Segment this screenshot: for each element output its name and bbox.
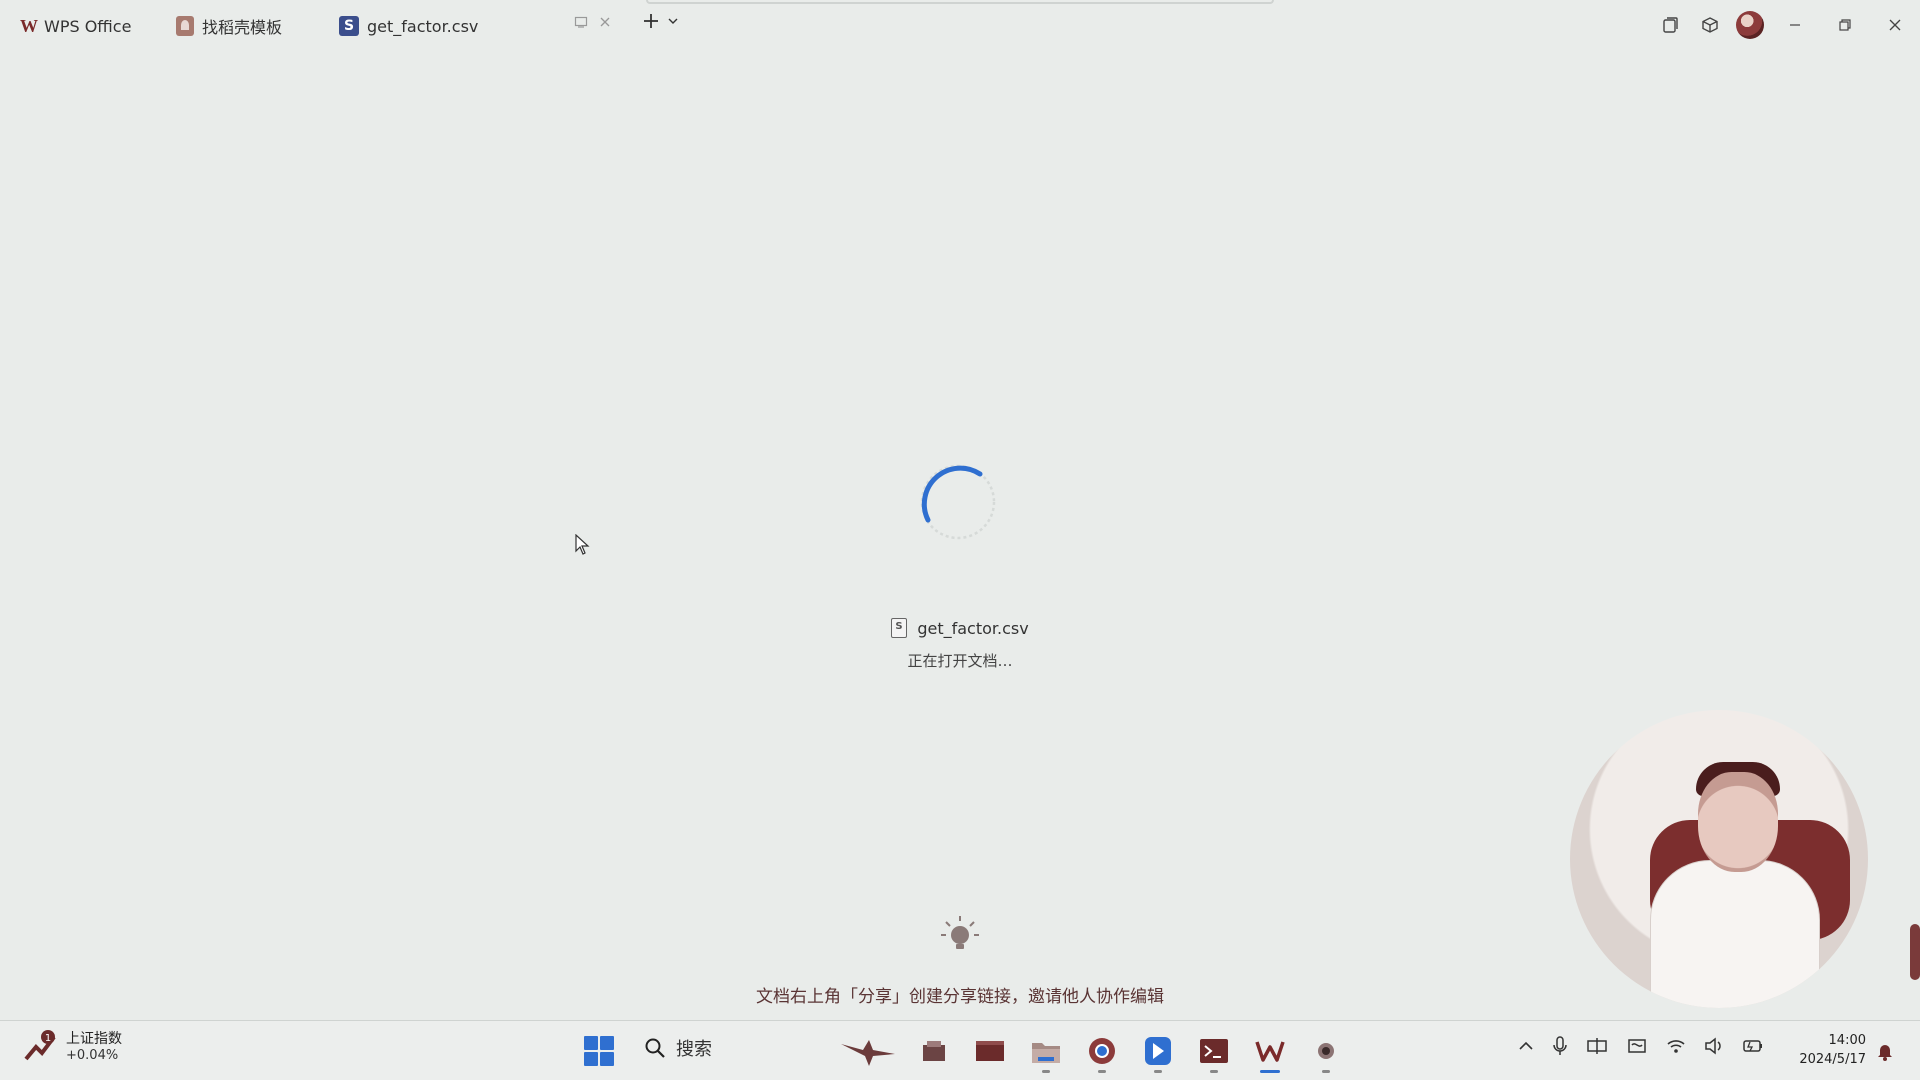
minimize-icon [1790,24,1800,26]
side-scroll-handle[interactable] [1910,924,1920,980]
restore-icon [1839,19,1851,31]
mouse-cursor-icon [575,534,590,555]
battery-icon[interactable] [1742,1038,1764,1054]
loading-file-name: get_factor.csv [0,618,1920,638]
taskbar-app-files[interactable] [914,1029,954,1073]
windows-logo-tile [600,1052,614,1066]
input-method-icon[interactable] [1586,1036,1608,1056]
archive-app-icon [923,1041,945,1061]
taskbar-app-feishu[interactable] [1138,1029,1178,1073]
webcam-person [1650,860,1820,1008]
widget-title: 上证指数 [66,1030,122,1047]
bird-app-icon [841,1040,895,1066]
feishu-app-icon [1145,1037,1171,1065]
search-icon [645,1038,665,1058]
widget-badge: 1 [45,1033,51,1044]
taskbar-app-bird[interactable] [838,1029,898,1073]
taskbar-app-camera[interactable] [1306,1029,1346,1073]
wps-app-icon [1255,1041,1285,1062]
system-tray [1518,1035,1764,1057]
spreadsheet-s-icon: S [339,16,359,36]
plus-icon [644,14,658,28]
taskbar: 1 上证指数 +0.04% 搜索 14:00 2024/5/17 [0,1020,1920,1080]
taskbar-search[interactable]: 搜索 [644,1035,712,1061]
chevron-up-icon[interactable] [1518,1038,1534,1054]
close-button[interactable] [1870,8,1920,42]
avatar [1736,11,1764,39]
chevron-down-icon[interactable] [668,16,678,26]
tab-label: get_factor.csv [367,16,479,36]
notification-bell-icon[interactable] [1876,1041,1894,1061]
windows-logo-tile [584,1036,598,1050]
wps-logo-icon: W [20,15,38,36]
wifi-icon[interactable] [1666,1037,1686,1055]
docer-template-icon [176,16,194,36]
start-button[interactable] [584,1036,614,1066]
clock-time: 14:00 [1828,1033,1866,1048]
loading-status-text: 正在打开文档… [907,652,1013,670]
terminal-icon [1200,1039,1228,1063]
file-name-label: get_factor.csv [917,618,1029,638]
taskbar-app-explorer[interactable] [1026,1029,1066,1073]
restore-button[interactable] [1820,8,1870,42]
new-tab-button[interactable] [642,12,678,30]
taskbar-app-window[interactable] [970,1029,1010,1073]
minimize-button[interactable] [1770,8,1820,42]
tab-actions [574,15,612,29]
float-window-icon[interactable] [574,15,588,29]
clock-date: 2024/5/17 [1799,1052,1866,1067]
app-active-indicator [1260,1070,1280,1073]
csv-file-icon [891,618,908,638]
window-controls [1650,8,1920,42]
app-running-indicator [1210,1070,1218,1073]
window-top-handle[interactable] [646,0,1274,4]
chrome-icon [1089,1038,1115,1064]
widget-value: +0.04% [66,1047,119,1063]
window-app-icon [976,1041,1004,1061]
system-clock[interactable]: 14:00 2024/5/17 [1792,1031,1866,1069]
app-running-indicator [1322,1070,1330,1073]
tab-label: WPS Office [44,16,132,36]
camera-app-icon [1318,1043,1334,1059]
stock-chart-icon: 1 [24,1030,56,1061]
loading-spinner [920,464,996,540]
cube-icon [1702,17,1718,33]
app-running-indicator [1042,1070,1050,1073]
search-label: 搜索 [676,1039,712,1060]
lightbulb-icon [941,916,979,949]
microphone-icon[interactable] [1552,1035,1568,1057]
close-icon [1889,19,1901,31]
windows-logo-tile [584,1052,598,1066]
volume-icon[interactable] [1704,1037,1724,1055]
window-layout-icon [1663,17,1678,33]
taskbar-app-terminal[interactable] [1194,1029,1234,1073]
tab-wps-home[interactable]: W WPS Office [20,10,131,42]
stock-widget[interactable]: 1 上证指数 +0.04% [24,1029,122,1063]
tab-docer-template[interactable]: 找稻壳模板 [176,10,282,42]
webcam-person-face [1698,772,1778,872]
app-running-indicator [1098,1070,1106,1073]
taskbar-apps [838,1029,1346,1073]
windows-logo-tile [600,1036,614,1050]
tray-app-icon[interactable] [1626,1036,1648,1056]
tab-label: 找稻壳模板 [202,18,283,37]
close-tab-icon[interactable] [598,15,612,29]
taskbar-app-chrome[interactable] [1082,1029,1122,1073]
app-running-indicator [1154,1070,1162,1073]
taskbar-app-wps[interactable] [1250,1029,1290,1073]
layout-button[interactable] [1650,8,1690,42]
title-bar: W WPS Office 找稻壳模板 S get_factor.csv [0,0,1920,52]
tip-text: 文档右上角「分享」创建分享链接，邀请他人协作编辑 [756,987,1164,1007]
user-avatar-button[interactable] [1730,8,1770,42]
webcam-overlay [1570,710,1868,1008]
folder-icon [1032,1043,1060,1063]
app-center-button[interactable] [1690,8,1730,42]
